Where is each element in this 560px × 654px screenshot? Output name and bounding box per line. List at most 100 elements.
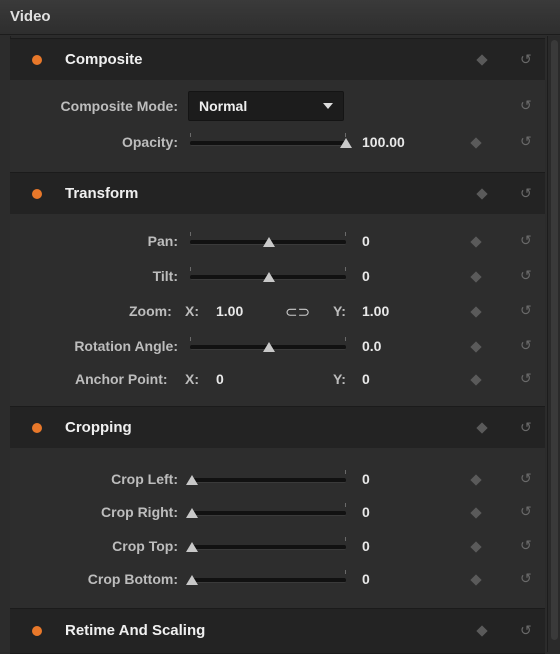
tilt-value[interactable]: 0 — [362, 268, 370, 284]
anchor-point-label: Anchor Point: — [75, 371, 168, 387]
crop-right-slider[interactable] — [186, 503, 346, 518]
section-header-transform[interactable]: Transform ↺ — [10, 172, 545, 216]
crop-right-value[interactable]: 0 — [362, 504, 370, 520]
section-enable-dot[interactable] — [32, 55, 42, 65]
slider-tick — [345, 133, 346, 137]
crop-bottom-slider[interactable] — [186, 570, 346, 585]
reset-icon[interactable]: ↺ — [520, 470, 532, 487]
panel-title: Video — [10, 8, 51, 25]
section-header-composite[interactable]: Composite ↺ — [10, 38, 545, 82]
reset-icon[interactable]: ↺ — [520, 419, 532, 436]
composite-mode-dropdown[interactable]: Normal — [188, 91, 344, 121]
slider-track — [190, 511, 346, 516]
reset-icon[interactable]: ↺ — [520, 337, 532, 354]
slider-handle[interactable] — [340, 138, 352, 148]
reset-icon[interactable]: ↺ — [520, 232, 532, 249]
crop-top-value[interactable]: 0 — [362, 538, 370, 554]
crop-top-label: Crop Top: — [112, 538, 178, 554]
chevron-down-icon — [323, 103, 333, 109]
crop-bottom-value[interactable]: 0 — [362, 571, 370, 587]
slider-tick — [190, 337, 191, 341]
section-header-retime-and-scaling[interactable]: Retime And Scaling ↺ — [10, 608, 545, 654]
inspector-panel: Video Composite ↺ Composite Mode: Normal… — [0, 0, 560, 654]
section-title-transform: Transform — [65, 185, 139, 202]
reset-icon[interactable]: ↺ — [520, 185, 532, 202]
slider-handle[interactable] — [186, 508, 198, 518]
zoom-x-label: X: — [185, 303, 199, 319]
link-icon[interactable]: ⊂⊃ — [285, 303, 310, 321]
anchor-y-label: Y: — [333, 371, 346, 387]
keyframe-diamond-icon[interactable] — [476, 54, 488, 66]
reset-icon[interactable]: ↺ — [520, 503, 532, 520]
slider-tick — [190, 267, 191, 271]
section-header-cropping[interactable]: Cropping ↺ — [10, 406, 545, 450]
scrollbar-thumb[interactable] — [551, 40, 558, 640]
opacity-label: Opacity: — [121, 134, 178, 150]
section-enable-dot[interactable] — [32, 626, 42, 636]
reset-icon[interactable]: ↺ — [520, 51, 532, 68]
panel-titlebar: Video — [0, 0, 560, 35]
slider-tick — [345, 267, 346, 271]
crop-right-label: Crop Right: — [101, 504, 178, 520]
reset-icon[interactable]: ↺ — [520, 267, 532, 284]
slider-tick — [345, 537, 346, 541]
zoom-y-label: Y: — [333, 303, 346, 319]
slider-tick — [190, 232, 191, 236]
slider-tick — [345, 503, 346, 507]
opacity-slider[interactable] — [190, 133, 352, 148]
slider-handle[interactable] — [263, 342, 275, 352]
crop-left-label: Crop Left: — [111, 471, 178, 487]
slider-handle[interactable] — [186, 575, 198, 585]
slider-track — [190, 478, 346, 483]
rotation-angle-slider[interactable] — [190, 337, 346, 352]
slider-handle[interactable] — [263, 237, 275, 247]
slider-tick — [345, 232, 346, 236]
pan-label: Pan: — [147, 233, 178, 249]
keyframe-diamond-icon[interactable] — [476, 625, 488, 637]
rotation-angle-label: Rotation Angle: — [74, 338, 178, 354]
crop-left-value[interactable]: 0 — [362, 471, 370, 487]
reset-icon[interactable]: ↺ — [520, 570, 532, 587]
opacity-value[interactable]: 100.00 — [362, 134, 405, 150]
crop-bottom-label: Crop Bottom: — [87, 571, 178, 587]
zoom-y-value[interactable]: 1.00 — [362, 303, 389, 319]
section-title-composite: Composite — [65, 51, 143, 68]
section-enable-dot[interactable] — [32, 423, 42, 433]
anchor-y-value[interactable]: 0 — [362, 371, 370, 387]
slider-tick — [345, 470, 346, 474]
zoom-label: Zoom: — [129, 303, 172, 319]
reset-icon[interactable]: ↺ — [520, 133, 532, 150]
tilt-label: Tilt: — [152, 268, 178, 284]
reset-icon[interactable]: ↺ — [520, 302, 532, 319]
anchor-x-value[interactable]: 0 — [216, 371, 224, 387]
reset-icon[interactable]: ↺ — [520, 97, 532, 114]
slider-handle[interactable] — [186, 475, 198, 485]
slider-handle[interactable] — [186, 542, 198, 552]
zoom-x-value[interactable]: 1.00 — [216, 303, 243, 319]
rotation-angle-value[interactable]: 0.0 — [362, 338, 381, 354]
section-title-cropping: Cropping — [65, 419, 132, 436]
scrollbar[interactable] — [547, 36, 560, 652]
pan-value[interactable]: 0 — [362, 233, 370, 249]
tilt-slider[interactable] — [190, 267, 346, 282]
slider-tick — [190, 133, 191, 137]
composite-mode-value: Normal — [199, 98, 248, 114]
keyframe-diamond-icon[interactable] — [476, 422, 488, 434]
slider-track — [190, 578, 346, 583]
slider-track — [190, 545, 346, 550]
anchor-x-label: X: — [185, 371, 199, 387]
crop-top-slider[interactable] — [186, 537, 346, 552]
reset-icon[interactable]: ↺ — [520, 622, 532, 639]
slider-track — [190, 141, 346, 146]
section-title-retime-and-scaling: Retime And Scaling — [65, 622, 206, 639]
pan-slider[interactable] — [190, 232, 346, 247]
section-enable-dot[interactable] — [32, 189, 42, 199]
slider-tick — [345, 570, 346, 574]
slider-tick — [345, 337, 346, 341]
composite-mode-label: Composite Mode: — [60, 98, 178, 114]
keyframe-diamond-icon[interactable] — [476, 188, 488, 200]
slider-handle[interactable] — [263, 272, 275, 282]
reset-icon[interactable]: ↺ — [520, 537, 532, 554]
reset-icon[interactable]: ↺ — [520, 370, 532, 387]
crop-left-slider[interactable] — [186, 470, 346, 485]
